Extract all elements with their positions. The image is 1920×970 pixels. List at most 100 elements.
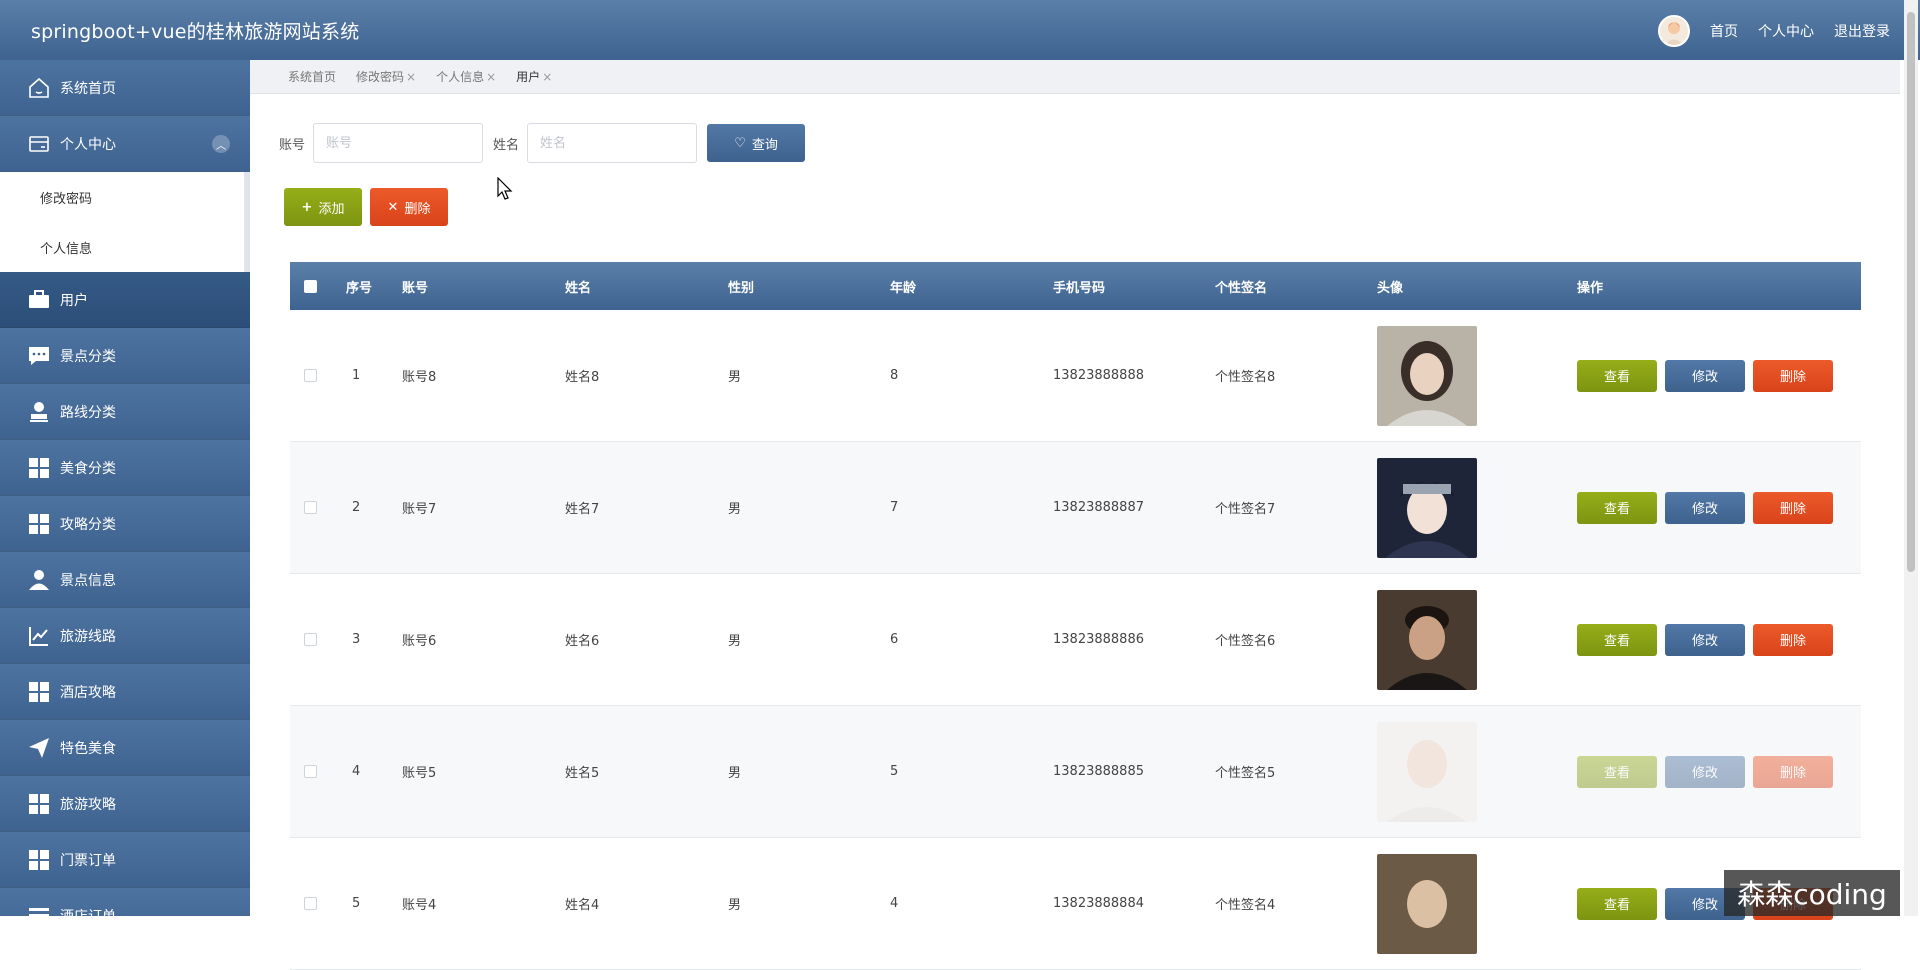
- view-button[interactable]: 查看: [1577, 360, 1657, 392]
- submenu-item-personal-info[interactable]: 个人信息: [0, 222, 250, 272]
- sidebar-item-label: 美食分类: [60, 458, 116, 478]
- cell-account: 账号5: [402, 762, 565, 781]
- user-avatar[interactable]: [1658, 15, 1690, 47]
- table-row: 4 账号5 姓名5 男 5 13823888885 个性签名5 查看 修改 删除: [290, 706, 1861, 838]
- batch-delete-button[interactable]: ✕ 删除: [370, 188, 448, 226]
- close-icon[interactable]: ×: [406, 70, 416, 84]
- cell-account: 账号4: [402, 894, 565, 913]
- sidebar-item-guide-category[interactable]: 攻略分类: [0, 496, 250, 552]
- cell-phone: 13823888888: [1053, 368, 1215, 383]
- app-title: springboot+vue的桂林旅游网站系统: [31, 17, 359, 44]
- plus-icon: +: [302, 200, 313, 215]
- add-button[interactable]: + 添加: [284, 188, 362, 226]
- cell-sex: 男: [728, 894, 890, 913]
- send-icon: [26, 735, 52, 761]
- name-input[interactable]: [527, 123, 697, 163]
- sidebar-item-travel-guide[interactable]: 旅游攻略: [0, 776, 250, 832]
- cell-signature: 个性签名8: [1215, 366, 1377, 385]
- delete-button[interactable]: 删除: [1753, 492, 1833, 524]
- cell-signature: 个性签名5: [1215, 762, 1377, 781]
- chevron-up-icon[interactable]: ︿: [212, 135, 230, 153]
- edit-button[interactable]: 修改: [1665, 756, 1745, 788]
- sidebar-item-special-food[interactable]: 特色美食: [0, 720, 250, 776]
- avatar-photo: [1377, 326, 1477, 426]
- sidebar-item-label: 景点分类: [60, 346, 116, 366]
- tab-label: 系统首页: [288, 70, 336, 84]
- add-button-label: 添加: [318, 198, 344, 217]
- cell-name: 姓名7: [565, 498, 728, 517]
- select-all-checkbox[interactable]: [304, 280, 317, 293]
- row-checkbox[interactable]: [304, 501, 317, 514]
- tab-users[interactable]: 用户×: [516, 68, 552, 85]
- briefcase-icon: [26, 287, 52, 313]
- header-name: 姓名: [565, 277, 728, 296]
- tab-change-password[interactable]: 修改密码×: [356, 68, 416, 85]
- scrollbar-thumb[interactable]: [1907, 12, 1915, 572]
- sidebar-item-food-category[interactable]: 美食分类: [0, 440, 250, 496]
- sidebar-item-ticket-orders[interactable]: 门票订单: [0, 832, 250, 888]
- submenu-item-change-password[interactable]: 修改密码: [0, 172, 250, 222]
- grid-icon: [26, 511, 52, 537]
- top-link-home[interactable]: 首页: [1710, 21, 1738, 41]
- close-icon[interactable]: ×: [486, 70, 496, 84]
- edit-button[interactable]: 修改: [1665, 492, 1745, 524]
- edit-button[interactable]: 修改: [1665, 360, 1745, 392]
- name-label: 姓名: [493, 134, 519, 153]
- view-button[interactable]: 查看: [1577, 888, 1657, 920]
- cell-sex: 男: [728, 762, 890, 781]
- sidebar-item-route-category[interactable]: 路线分类: [0, 384, 250, 440]
- cell-sex: 男: [728, 630, 890, 649]
- heart-icon: ♡: [734, 136, 746, 151]
- row-checkbox[interactable]: [304, 765, 317, 778]
- chat-icon: [26, 343, 52, 369]
- sidebar-item-scenic-category[interactable]: 景点分类: [0, 328, 250, 384]
- view-button[interactable]: 查看: [1577, 624, 1657, 656]
- sidebar-item-label: 特色美食: [60, 738, 116, 758]
- cell-no: 3: [330, 632, 402, 647]
- delete-button[interactable]: 删除: [1753, 756, 1833, 788]
- page-scrollbar[interactable]: [1904, 0, 1918, 916]
- sidebar-item-hotel-guide[interactable]: 酒店攻略: [0, 664, 250, 720]
- tab-home[interactable]: 系统首页: [288, 68, 336, 85]
- cell-no: 1: [330, 368, 402, 383]
- sidebar: 系统首页 个人中心 ︿ 修改密码 个人信息 用户 景点分类 路线分类 美食分类 …: [0, 60, 250, 916]
- sidebar-item-label: 旅游攻略: [60, 794, 116, 814]
- sidebar-item-home[interactable]: 系统首页: [0, 60, 250, 116]
- tab-label: 用户: [516, 70, 540, 84]
- account-label: 账号: [279, 134, 305, 153]
- batch-delete-button-label: 删除: [404, 198, 430, 217]
- delete-button[interactable]: 删除: [1753, 360, 1833, 392]
- sidebar-item-users[interactable]: 用户: [0, 272, 250, 328]
- cell-account: 账号7: [402, 498, 565, 517]
- delete-button[interactable]: 删除: [1753, 624, 1833, 656]
- top-link-logout[interactable]: 退出登录: [1834, 21, 1890, 41]
- avatar-photo: [1377, 854, 1477, 954]
- mouse-cursor-icon: [497, 177, 513, 205]
- cell-phone: 13823888884: [1053, 896, 1215, 911]
- account-input[interactable]: [313, 123, 483, 163]
- grid-icon: [26, 847, 52, 873]
- view-button[interactable]: 查看: [1577, 756, 1657, 788]
- row-checkbox[interactable]: [304, 897, 317, 910]
- tab-label: 个人信息: [436, 70, 484, 84]
- sidebar-item-scenic-info[interactable]: 景点信息: [0, 552, 250, 608]
- sidebar-item-hotel-orders[interactable]: 酒店订单: [0, 888, 250, 916]
- row-checkbox[interactable]: [304, 633, 317, 646]
- top-link-profile[interactable]: 个人中心: [1758, 21, 1814, 41]
- query-button[interactable]: ♡ 查询: [707, 124, 805, 162]
- row-checkbox[interactable]: [304, 369, 317, 382]
- edit-button[interactable]: 修改: [1665, 624, 1745, 656]
- tab-personal-info[interactable]: 个人信息×: [436, 68, 496, 85]
- cell-no: 4: [330, 764, 402, 779]
- view-button[interactable]: 查看: [1577, 492, 1657, 524]
- sidebar-item-label: 门票订单: [60, 850, 116, 870]
- cell-age: 4: [890, 896, 1053, 911]
- cell-name: 姓名4: [565, 894, 728, 913]
- sidebar-item-personal-center[interactable]: 个人中心 ︿: [0, 116, 250, 172]
- table-row: 3 账号6 姓名6 男 6 13823888886 个性签名6 查看 修改 删除: [290, 574, 1861, 706]
- sidebar-item-travel-routes[interactable]: 旅游线路: [0, 608, 250, 664]
- sidebar-item-label: 景点信息: [60, 570, 116, 590]
- sidebar-item-label: 攻略分类: [60, 514, 116, 534]
- close-icon[interactable]: ×: [542, 70, 552, 84]
- cell-signature: 个性签名4: [1215, 894, 1377, 913]
